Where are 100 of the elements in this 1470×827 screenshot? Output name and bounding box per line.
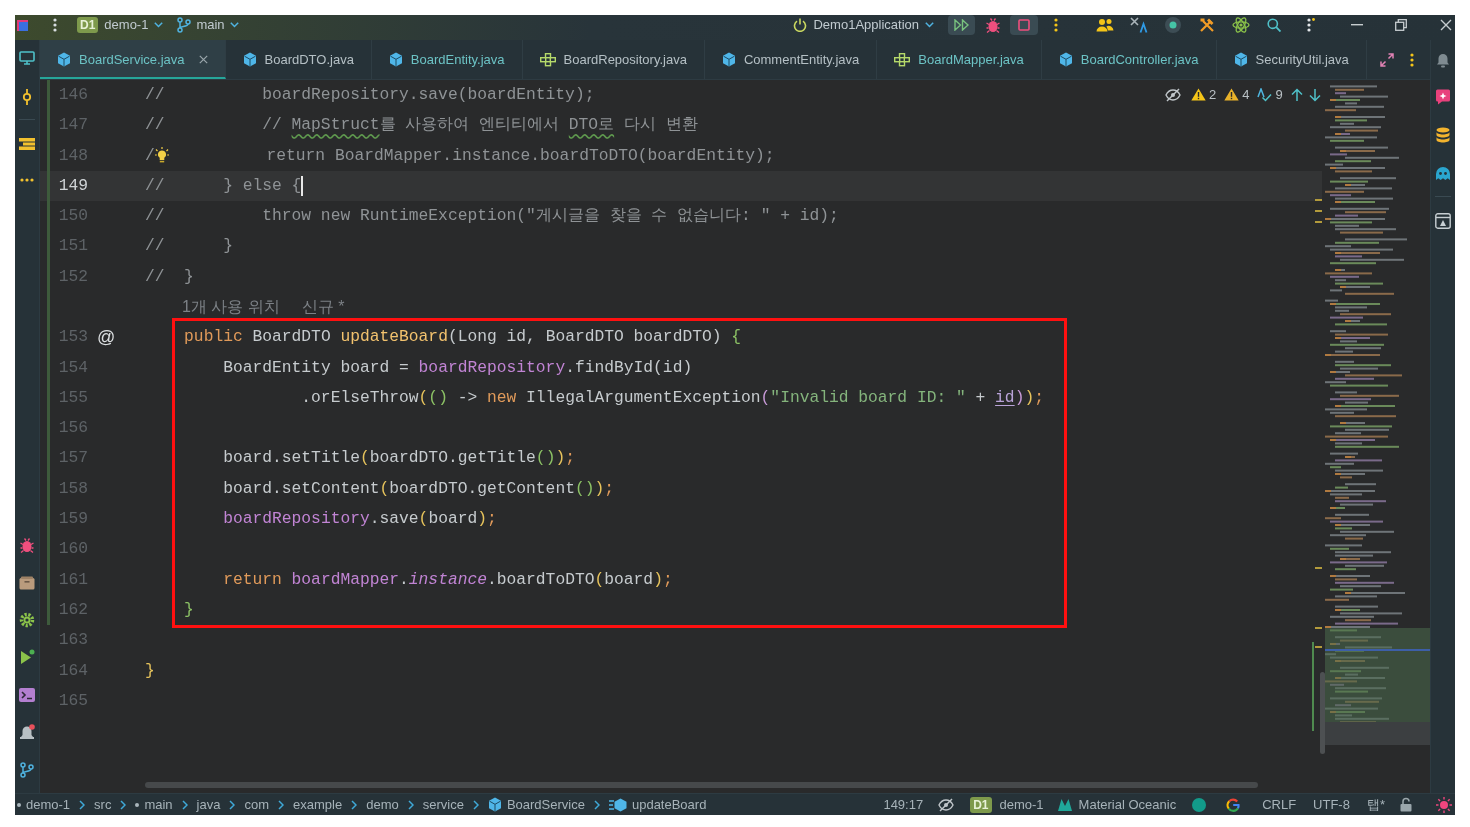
line-number: 163 bbox=[58, 629, 88, 652]
lock-icon[interactable] bbox=[1400, 797, 1412, 812]
database-icon[interactable] bbox=[1436, 127, 1450, 143]
chat-sparkle-icon[interactable] bbox=[1435, 89, 1451, 105]
breadcrumb-item[interactable]: demo-1 bbox=[17, 794, 71, 815]
g-logo-icon[interactable] bbox=[1226, 797, 1241, 812]
main-menu-icon[interactable] bbox=[53, 18, 57, 32]
branch-dropdown[interactable]: main bbox=[177, 15, 239, 35]
project-name[interactable]: demo-1 bbox=[999, 794, 1044, 815]
more-icon[interactable] bbox=[1054, 18, 1058, 32]
record-icon[interactable] bbox=[1165, 17, 1181, 33]
status-dot-icon[interactable] bbox=[1192, 797, 1207, 812]
chevron-right-icon bbox=[351, 799, 358, 810]
branch-icon bbox=[177, 17, 192, 33]
line-number: 148 bbox=[58, 144, 88, 167]
editor-tab[interactable]: BoardController.java bbox=[1041, 40, 1217, 79]
file-encoding[interactable]: UTF-8 bbox=[1313, 794, 1350, 815]
more-icon[interactable] bbox=[1307, 18, 1315, 32]
code-line: } bbox=[145, 659, 155, 682]
line-separator[interactable]: CRLF bbox=[1262, 794, 1297, 815]
restore-icon[interactable] bbox=[1395, 19, 1407, 31]
search-icon[interactable] bbox=[1267, 18, 1281, 32]
project-badge: D1 bbox=[77, 17, 99, 33]
caret-position[interactable]: 149:17 bbox=[883, 794, 924, 815]
line-number: 147 bbox=[58, 114, 88, 137]
minimize-icon[interactable] bbox=[1351, 24, 1363, 26]
project-dropdown[interactable]: demo-1 bbox=[104, 15, 164, 35]
tools-icon[interactable] bbox=[1199, 17, 1215, 33]
translate-icon[interactable] bbox=[1130, 17, 1148, 33]
line-number: 164 bbox=[58, 659, 88, 682]
run-button[interactable] bbox=[948, 15, 975, 35]
settings-icon[interactable] bbox=[19, 612, 35, 628]
chevron-right-icon bbox=[407, 799, 414, 810]
editor-tab[interactable]: BoardService.java bbox=[40, 40, 226, 79]
package-icon[interactable] bbox=[19, 576, 35, 590]
gutter-mark[interactable]: @ bbox=[97, 324, 116, 351]
editor-tab[interactable]: SecurityUtil.java bbox=[1216, 40, 1367, 79]
monitor-icon[interactable] bbox=[19, 51, 35, 65]
theme-name[interactable]: Material Oceanic bbox=[1078, 794, 1177, 815]
hidden-eye-icon[interactable] bbox=[1165, 87, 1181, 102]
expand-icon[interactable] bbox=[1380, 52, 1394, 67]
vertical-scrollbar-thumb[interactable] bbox=[1320, 672, 1325, 754]
more-icon[interactable] bbox=[1410, 52, 1414, 67]
ghost-icon[interactable] bbox=[1435, 167, 1451, 181]
breadcrumb-item[interactable]: src bbox=[94, 794, 112, 815]
power-icon bbox=[793, 18, 808, 32]
sun-icon[interactable] bbox=[1436, 796, 1452, 813]
close-icon[interactable] bbox=[198, 55, 208, 64]
inlay-hint[interactable]: 1개 사용 위치 bbox=[182, 295, 280, 320]
breadcrumb-item[interactable]: BoardService bbox=[487, 794, 585, 815]
line-number: 159 bbox=[58, 508, 88, 531]
dot-icon bbox=[135, 802, 140, 807]
breadcrumb-item[interactable]: example bbox=[293, 794, 343, 815]
editor-tab[interactable]: CommentEntity.java bbox=[704, 40, 878, 79]
breadcrumb-item[interactable]: service bbox=[422, 794, 464, 815]
close-icon[interactable] bbox=[1440, 19, 1452, 31]
editor-tab[interactable]: BoardMapper.java bbox=[877, 40, 1042, 79]
inspection-counter[interactable]: 2 bbox=[1191, 85, 1217, 105]
inspection-counter[interactable]: 9 bbox=[1257, 85, 1283, 105]
breadcrumb-item[interactable]: com bbox=[244, 794, 270, 815]
window-icon[interactable] bbox=[1435, 213, 1451, 229]
debug-icon[interactable] bbox=[986, 17, 1000, 33]
horizontal-scrollbar-thumb[interactable] bbox=[145, 782, 1258, 788]
up-arrow-icon[interactable] bbox=[1290, 87, 1303, 102]
run-icon[interactable] bbox=[19, 649, 35, 665]
class-icon bbox=[242, 52, 257, 67]
editor-tab[interactable]: BoardRepository.java bbox=[522, 40, 705, 79]
bug-icon[interactable] bbox=[20, 537, 34, 553]
commit-icon[interactable] bbox=[20, 89, 34, 105]
bell-icon[interactable] bbox=[1436, 52, 1450, 68]
indent-setting[interactable]: 탭* bbox=[1366, 794, 1385, 815]
breadcrumb-item[interactable]: java bbox=[196, 794, 221, 815]
code-line: BoardEntity board = boardRepository.findById(id) bbox=[223, 356, 693, 379]
branch-icon[interactable] bbox=[20, 762, 34, 778]
code-line: boardRepository.save(board); bbox=[223, 508, 497, 531]
terminal-icon[interactable] bbox=[19, 688, 35, 702]
chevron-right-icon bbox=[472, 799, 479, 810]
stop-button[interactable] bbox=[1010, 15, 1038, 35]
breadcrumb-item[interactable]: demo bbox=[366, 794, 399, 815]
code-line: .orElseThrow(() -> new IllegalArgumentException("Invalid board ID: " + id)); bbox=[301, 386, 1044, 409]
editor-tab[interactable]: BoardDTO.java bbox=[225, 40, 372, 79]
double-play-icon bbox=[954, 19, 969, 31]
breadcrumb-item[interactable]: main bbox=[135, 794, 173, 815]
inspection-counter[interactable]: 4 bbox=[1224, 85, 1250, 105]
more-dots-icon[interactable] bbox=[20, 178, 34, 182]
lightbulb-icon[interactable] bbox=[154, 147, 169, 165]
people-icon[interactable] bbox=[1096, 18, 1114, 32]
editor-tab[interactable]: BoardEntity.java bbox=[371, 40, 523, 79]
class-icon bbox=[487, 797, 502, 812]
breadcrumb-item[interactable]: updateBoard bbox=[608, 794, 707, 815]
inlay-hint[interactable]: 신규 * bbox=[301, 295, 345, 320]
down-arrow-icon[interactable] bbox=[1308, 87, 1321, 102]
run-config-dropdown[interactable]: Demo1Application bbox=[793, 15, 934, 35]
hidden-eye-icon[interactable] bbox=[938, 797, 955, 812]
class-icon bbox=[721, 52, 736, 67]
line-number: 155 bbox=[58, 386, 88, 409]
atom-icon[interactable] bbox=[1232, 16, 1250, 34]
code-line: } bbox=[184, 598, 194, 621]
code-line: return boardMapper.instance.boardToDTO(board); bbox=[223, 568, 673, 591]
structure-icon[interactable] bbox=[19, 138, 35, 150]
